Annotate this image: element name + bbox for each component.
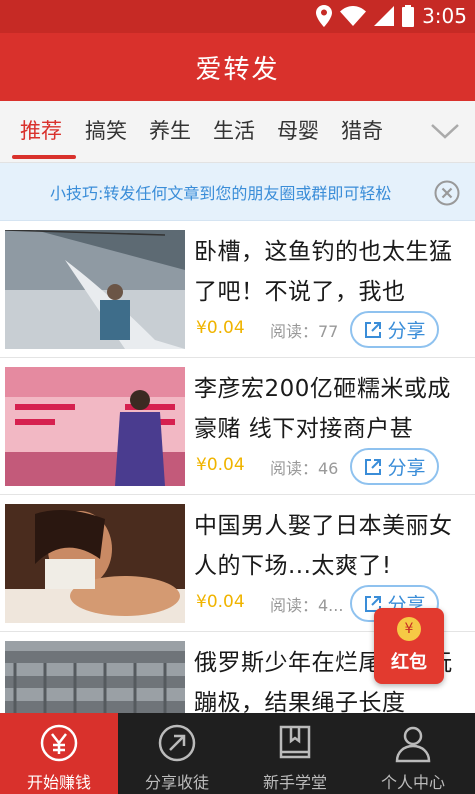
location-icon	[316, 5, 333, 27]
nav-label: 开始赚钱	[26, 773, 91, 792]
article-title[interactable]: 李彦宏200亿砸糯米或成豪赌 线下对接商户甚	[194, 369, 472, 453]
close-icon[interactable]	[434, 180, 460, 206]
red-packet-label: 红包	[391, 652, 427, 673]
nav-profile[interactable]: 个人中心	[354, 713, 472, 794]
status-bar: 3:05	[0, 0, 475, 33]
wifi-icon	[340, 6, 367, 26]
nav-beginner-school[interactable]: 新手学堂	[236, 713, 354, 794]
person-icon	[395, 726, 431, 763]
article-read-count: 阅读：77	[270, 322, 339, 341]
bottom-nav: 开始赚钱 分享收徒 新手学堂 个人中心	[0, 713, 475, 794]
clock: 3:05	[422, 4, 467, 28]
battery-icon	[402, 5, 415, 27]
signal-icon	[374, 6, 395, 26]
chevron-down-icon[interactable]	[429, 115, 461, 147]
tab-funny[interactable]: 搞笑	[85, 115, 127, 145]
share-label: 分享	[387, 320, 426, 342]
article-thumbnail	[5, 504, 185, 623]
book-icon	[279, 725, 311, 759]
article-reward: ¥0.04	[196, 455, 245, 475]
nav-share-recruit[interactable]: 分享收徒	[118, 713, 236, 794]
red-packet-coin-icon: ¥	[397, 617, 421, 641]
share-button[interactable]: 分享	[350, 448, 439, 485]
article-title[interactable]: 卧槽，这鱼钓的也太生猛了吧！不说了，我也	[194, 232, 472, 316]
red-packet-button[interactable]: ¥ 红包	[374, 608, 444, 684]
article-title[interactable]: 中国男人娶了日本美丽女人的下场...太爽了!	[194, 506, 472, 590]
share-icon	[365, 458, 382, 475]
app-header: 爱转发	[0, 33, 475, 101]
app-title: 爱转发	[195, 54, 280, 85]
share-arrow-icon	[158, 724, 196, 762]
article-reward: ¥0.04	[196, 318, 245, 338]
article-read-count: 阅读：4...	[270, 596, 344, 615]
active-tab-indicator	[12, 155, 76, 159]
tab-health[interactable]: 养生	[149, 115, 191, 145]
nav-label: 分享收徒	[144, 773, 209, 792]
list-item[interactable]: 卧槽，这鱼钓的也太生猛了吧！不说了，我也 ¥0.04 阅读：77 分享	[0, 221, 475, 358]
category-tabs: 推荐 搞笑 养生 生活 母婴 猎奇	[0, 101, 475, 163]
status-icons: 3:05	[316, 3, 467, 29]
article-thumbnail	[5, 230, 185, 349]
nav-start-earning[interactable]: 开始赚钱	[0, 713, 118, 794]
tab-parenting[interactable]: 母婴	[277, 115, 319, 145]
article-thumbnail	[5, 367, 185, 486]
share-button[interactable]: 分享	[350, 311, 439, 348]
tab-curiosity[interactable]: 猎奇	[341, 115, 383, 145]
tab-recommend[interactable]: 推荐	[20, 115, 62, 145]
share-label: 分享	[387, 457, 426, 479]
tip-banner: 小技巧:转发任何文章到您的朋友圈或群即可轻松	[0, 163, 475, 221]
tab-life[interactable]: 生活	[213, 115, 255, 145]
nav-label: 个人中心	[380, 773, 445, 792]
nav-label: 新手学堂	[262, 773, 327, 792]
share-icon	[365, 321, 382, 338]
list-item[interactable]: 李彦宏200亿砸糯米或成豪赌 线下对接商户甚 ¥0.04 阅读：46 分享	[0, 358, 475, 495]
yen-icon	[40, 724, 78, 762]
tip-text: 小技巧:转发任何文章到您的朋友圈或群即可轻松	[50, 184, 392, 203]
article-reward: ¥0.04	[196, 592, 245, 612]
article-read-count: 阅读：46	[270, 459, 339, 478]
